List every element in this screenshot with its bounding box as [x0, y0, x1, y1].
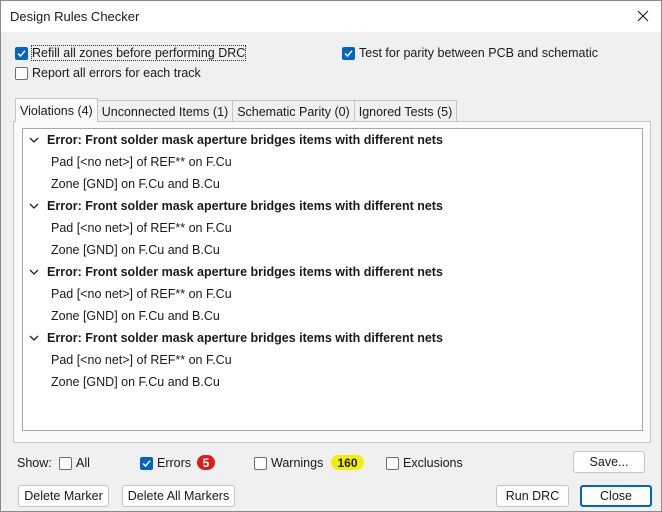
violation-group: Error: Front solder mask aperture bridge…	[23, 261, 642, 327]
refill-zones-label: Refill all zones before performing DRC	[30, 45, 247, 61]
report-all-errors-checkbox[interactable]	[15, 66, 28, 80]
violation-group: Error: Front solder mask aperture bridge…	[23, 129, 642, 195]
delete-all-markers-button[interactable]: Delete All Markers	[122, 485, 235, 507]
violation-item[interactable]: Pad [<no net>] of REF** on F.Cu	[23, 283, 642, 305]
refill-zones-checkbox[interactable]	[15, 46, 28, 60]
show-errors-option[interactable]: Errors	[140, 455, 191, 471]
violations-panel: Error: Front solder mask aperture bridge…	[13, 121, 651, 443]
report-all-errors-label: Report all errors for each track	[32, 66, 201, 80]
checkmark-icon	[17, 49, 26, 57]
violation-row[interactable]: Error: Front solder mask aperture bridge…	[23, 129, 642, 151]
test-parity-option[interactable]: Test for parity between PCB and schemati…	[342, 45, 598, 61]
violations-list[interactable]: Error: Front solder mask aperture bridge…	[22, 128, 643, 431]
show-warnings-label: Warnings	[271, 456, 324, 470]
violation-row[interactable]: Error: Front solder mask aperture bridge…	[23, 195, 642, 217]
window-title: Design Rules Checker	[10, 9, 140, 24]
drc-dialog: Design Rules Checker Refill all zones be…	[0, 0, 662, 512]
show-errors-label: Errors	[157, 456, 192, 470]
checkmark-icon	[344, 49, 353, 57]
save-button[interactable]: Save...	[573, 451, 645, 473]
violation-item[interactable]: Zone [GND] on F.Cu and B.Cu	[23, 173, 642, 195]
show-label: Show:	[17, 456, 52, 470]
violation-item[interactable]: Zone [GND] on F.Cu and B.Cu	[23, 371, 642, 393]
show-all-option[interactable]: All	[59, 455, 90, 471]
show-warnings-checkbox[interactable]	[254, 456, 267, 470]
show-errors-checkbox[interactable]	[140, 456, 153, 470]
close-window-button[interactable]	[631, 5, 655, 27]
show-exclusions-checkbox[interactable]	[386, 456, 399, 470]
run-drc-button[interactable]: Run DRC	[496, 485, 569, 507]
checkmark-icon	[142, 459, 151, 467]
tab-violations[interactable]: Violations (4)	[15, 98, 98, 122]
violation-item[interactable]: Pad [<no net>] of REF** on F.Cu	[23, 217, 642, 239]
errors-count-badge: 5	[197, 455, 215, 470]
results-tabs: Violations (4) Unconnected Items (1) Sch…	[15, 98, 458, 122]
show-exclusions-option[interactable]: Exclusions	[386, 455, 463, 471]
chevron-down-icon[interactable]	[27, 265, 41, 279]
chevron-down-icon[interactable]	[27, 331, 41, 345]
warnings-count-badge: 160	[331, 455, 364, 470]
violation-title: Error: Front solder mask aperture bridge…	[47, 133, 443, 147]
show-warnings-option[interactable]: Warnings	[254, 455, 323, 471]
refill-zones-option[interactable]: Refill all zones before performing DRC	[15, 45, 247, 61]
violation-item[interactable]: Pad [<no net>] of REF** on F.Cu	[23, 349, 642, 371]
violation-title: Error: Front solder mask aperture bridge…	[47, 265, 443, 279]
chevron-down-icon[interactable]	[27, 133, 41, 147]
violation-group: Error: Front solder mask aperture bridge…	[23, 195, 642, 261]
tab-ignored-tests[interactable]: Ignored Tests (5)	[353, 100, 458, 122]
close-button[interactable]: Close	[580, 485, 652, 507]
report-all-errors-option[interactable]: Report all errors for each track	[15, 65, 201, 81]
violation-title: Error: Front solder mask aperture bridge…	[47, 331, 443, 345]
title-bar: Design Rules Checker	[1, 1, 661, 32]
violation-group: Error: Front solder mask aperture bridge…	[23, 327, 642, 393]
violation-item[interactable]: Zone [GND] on F.Cu and B.Cu	[23, 305, 642, 327]
show-all-checkbox[interactable]	[59, 456, 72, 470]
violation-row[interactable]: Error: Front solder mask aperture bridge…	[23, 327, 642, 349]
show-exclusions-label: Exclusions	[403, 456, 463, 470]
violation-item[interactable]: Zone [GND] on F.Cu and B.Cu	[23, 239, 642, 261]
violation-item[interactable]: Pad [<no net>] of REF** on F.Cu	[23, 151, 642, 173]
chevron-down-icon[interactable]	[27, 199, 41, 213]
test-parity-checkbox[interactable]	[342, 46, 355, 60]
test-parity-label: Test for parity between PCB and schemati…	[359, 46, 599, 60]
tab-unconnected-items[interactable]: Unconnected Items (1)	[96, 100, 234, 122]
violation-title: Error: Front solder mask aperture bridge…	[47, 199, 443, 213]
show-all-label: All	[76, 456, 90, 470]
tab-schematic-parity[interactable]: Schematic Parity (0)	[232, 100, 355, 122]
delete-marker-button[interactable]: Delete Marker	[18, 485, 109, 507]
close-icon	[637, 10, 649, 22]
violation-row[interactable]: Error: Front solder mask aperture bridge…	[23, 261, 642, 283]
